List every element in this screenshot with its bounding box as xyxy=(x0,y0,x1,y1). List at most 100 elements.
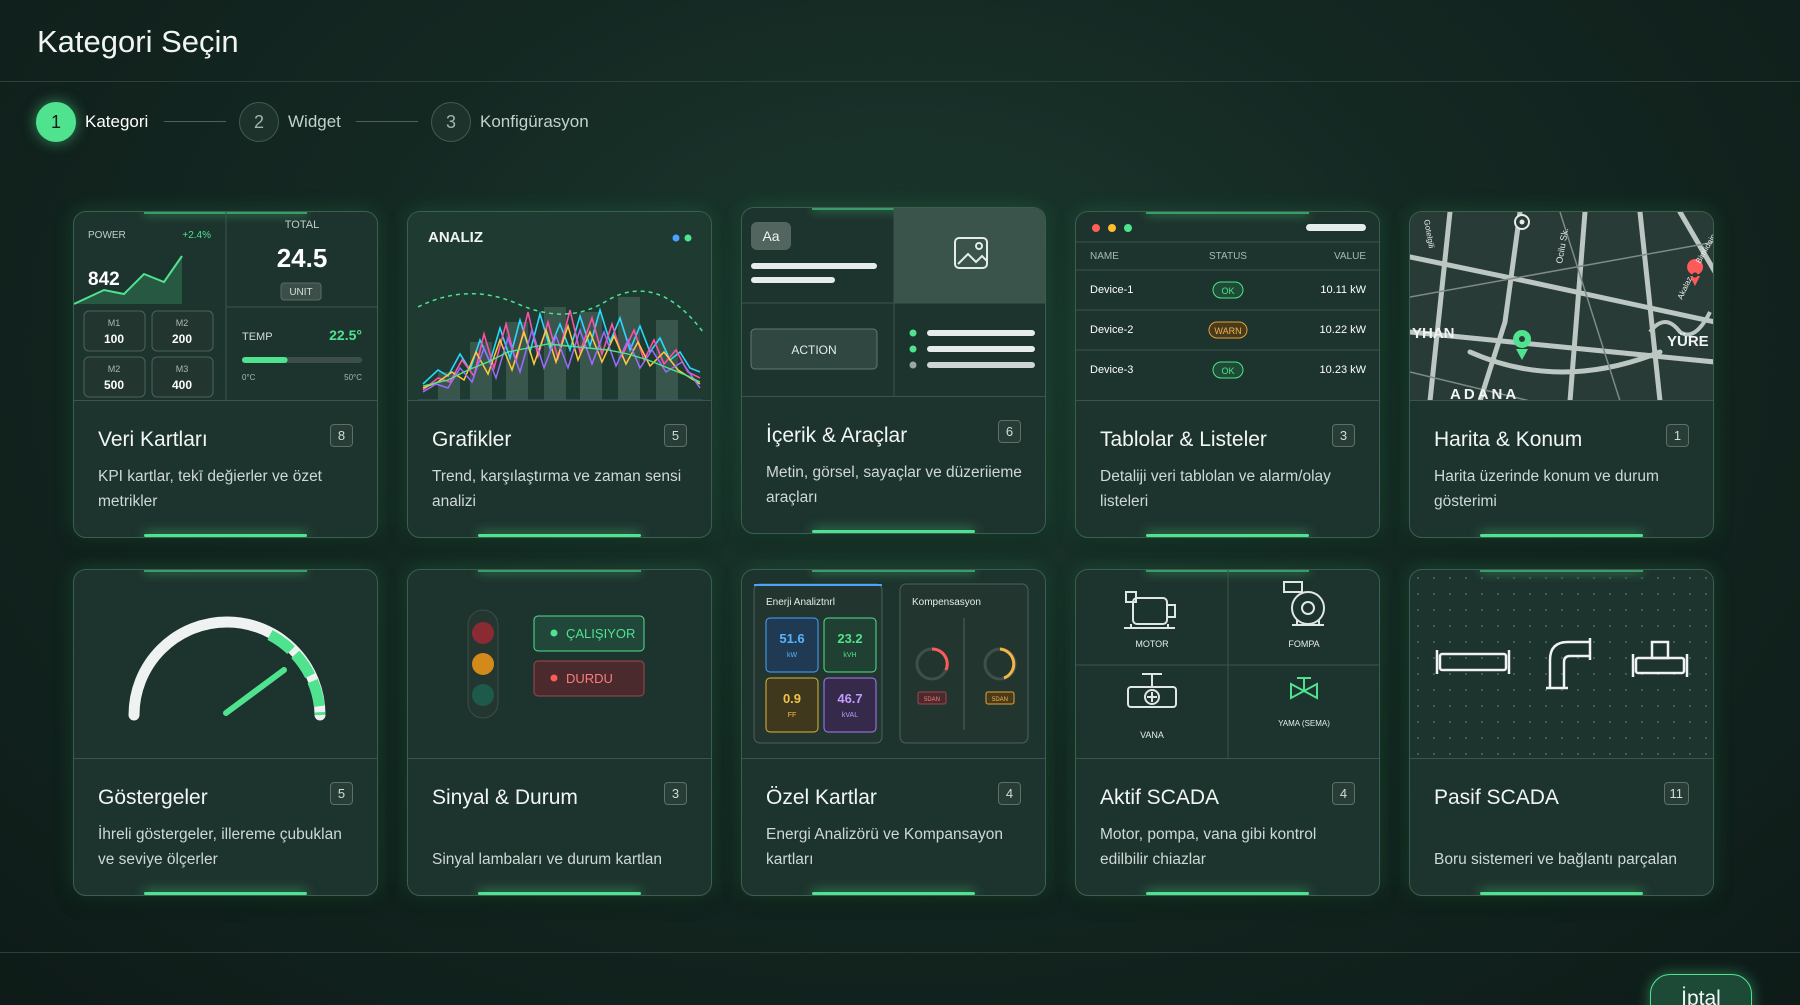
text-badge: Aa xyxy=(762,228,779,244)
gauge-preview xyxy=(128,616,326,721)
pipe-elbow-icon xyxy=(1546,638,1592,690)
energy-card-title: Enerji Analiztnrl xyxy=(766,597,835,608)
card-preview: MOTOR FOMPA VANA YAMA (SEMA) xyxy=(1076,570,1379,759)
row-value: 10.22 kW xyxy=(1320,324,1367,336)
card-description: Sinyal lambaları ve durum kartlan xyxy=(432,851,663,868)
row-name: Device-1 xyxy=(1090,284,1133,296)
card-title: Sinyal & Durum xyxy=(432,786,578,809)
temp-label: TEMP xyxy=(242,331,273,343)
status-badge: OK xyxy=(1221,366,1234,376)
category-card-aktif-scada[interactable]: MOTOR FOMPA VANA YAMA (SEMA) Aktif SCADA… xyxy=(1075,569,1380,896)
widget-count-badge: 4 xyxy=(1332,782,1355,805)
green-lamp xyxy=(472,684,494,706)
category-card-harita-konum[interactable]: YHAN YÜRE ADANA Ocilu Sk. Gotelgili Akal… xyxy=(1409,211,1714,538)
category-card-veri-kartlari[interactable]: POWER +2.4% 842 TOTAL 24.5 UNIT M1 100 M… xyxy=(73,211,378,538)
step-kategori[interactable]: 1 Kategori xyxy=(36,102,148,142)
tile-value: 200 xyxy=(172,332,192,346)
card-description: Trend, karşılaştırma ve zaman sensi anal… xyxy=(432,468,682,510)
step-label: Konfigürasyon xyxy=(480,112,589,131)
metric-tiles: M1 100 M2 200 M2 500 M3 400 xyxy=(83,310,214,398)
power-label: POWER xyxy=(88,230,126,241)
total-value: 24.5 xyxy=(277,243,328,273)
map-label: Gotelgili xyxy=(1422,219,1436,249)
power-delta: +2.4% xyxy=(182,230,211,241)
dialog-footer xyxy=(0,952,1800,1005)
step-number: 1 xyxy=(36,102,76,142)
stopped-status: DURDU xyxy=(566,671,613,686)
valve-icon xyxy=(1127,673,1177,708)
step-number: 2 xyxy=(239,102,279,142)
tile-label: M1 xyxy=(108,318,121,328)
widget-count-badge: 4 xyxy=(998,782,1021,805)
metric-value: 23.2 xyxy=(837,631,862,646)
widget-count-badge: 5 xyxy=(330,782,353,805)
motor-icon xyxy=(1124,591,1176,629)
metric-unit: kVH xyxy=(843,652,856,659)
tile-label: M2 xyxy=(108,364,121,374)
status-badge: OK xyxy=(1221,286,1234,296)
compensation-status: 5DAN xyxy=(992,697,1008,703)
category-card-tablolar-listeler[interactable]: NAME STATUS VALUE Device-1 OK 10.11 kW D… xyxy=(1075,211,1380,538)
tile-label: M2 xyxy=(176,318,189,328)
tile-value: 100 xyxy=(104,332,124,346)
metric-unit: FF xyxy=(788,712,797,719)
col-header: STATUS xyxy=(1209,251,1247,262)
card-description: Detaliji veri tablolan ve alarm/olay lis… xyxy=(1100,468,1331,510)
map-label: YHAN xyxy=(1412,325,1455,342)
card-title: Veri Kartları xyxy=(98,428,208,451)
metric-value: 51.6 xyxy=(779,631,804,646)
category-card-grafikler[interactable]: ANALIZ Grafikler 5 Trend, karşılaştırma … xyxy=(407,211,712,538)
category-card-gostergeler[interactable]: Göstergeler 5 İhreli göstergeler, illere… xyxy=(73,569,378,896)
dialog-header: Kategori Seçin xyxy=(0,0,1800,82)
chart-preview-label: ANALIZ xyxy=(428,229,483,246)
gauge-needle xyxy=(223,667,287,716)
card-title: Tablolar & Listeler xyxy=(1100,428,1267,451)
temp-value: 22.5° xyxy=(329,327,362,343)
widget-count-badge: 3 xyxy=(664,782,687,805)
metric-unit: kW xyxy=(787,652,798,659)
card-title: Özel Kartlar xyxy=(766,786,877,809)
power-value: 842 xyxy=(88,269,120,290)
row-value: 10.23 kW xyxy=(1320,364,1367,376)
step-widget[interactable]: 2 Widget xyxy=(239,102,341,142)
category-card-ozel-kartlar[interactable]: Enerji Analiztnrl 51.6 kW 23.2 kVH 0.9 F… xyxy=(741,569,1046,896)
unit-label: UNIT xyxy=(289,287,312,298)
card-title: İçerik & Araçlar xyxy=(766,424,908,447)
step-konfigurasyon[interactable]: 3 Konfigürasyon xyxy=(431,102,589,142)
scada-item-label: VANA xyxy=(1140,730,1164,740)
pump-icon xyxy=(1283,581,1325,626)
step-connector xyxy=(356,121,418,122)
scada-item-label: YAMA (SEMA) xyxy=(1278,719,1330,728)
card-description: İhreli göstergeler, illereme çubuklan ve… xyxy=(98,826,342,868)
card-preview xyxy=(1410,570,1713,759)
map-label: YÜRE xyxy=(1667,333,1709,350)
step-label: Kategori xyxy=(85,112,149,131)
map-preview: YHAN YÜRE ADANA Ocilu Sk. Gotelgili Akal… xyxy=(1410,212,1713,401)
category-card-sinyal-durum[interactable]: ÇALIŞIYOR DURDU Sinyal & Durum 3 Sinyal … xyxy=(407,569,712,896)
row-value: 10.11 kW xyxy=(1320,284,1366,296)
metric-unit: kVAL xyxy=(842,712,858,719)
card-description: Harita üzerinde konum ve durum gösterimi xyxy=(1434,468,1659,510)
category-card-icerik-araclar[interactable]: Aa ACTION İçerik & Araçlar 6 Metin, görs… xyxy=(741,207,1046,534)
running-status: ÇALIŞIYOR xyxy=(566,626,635,641)
widget-count-badge: 6 xyxy=(998,420,1021,443)
card-description: KPI kartlar, tekī değierler ve özet metr… xyxy=(98,468,322,510)
card-title: Harita & Konum xyxy=(1434,428,1583,451)
map-label: ADANA xyxy=(1450,386,1519,401)
map-label: Akalaz xyxy=(1676,275,1694,301)
total-label: TOTAL xyxy=(285,219,319,231)
tile-label: M3 xyxy=(176,364,189,374)
category-card-pasif-scada[interactable]: Pasif SCADA 11 Boru sistemeri ve bağlant… xyxy=(1409,569,1714,896)
row-name: Device-2 xyxy=(1090,324,1133,336)
temp-min: 0°C xyxy=(242,373,256,382)
pipe-tee-icon xyxy=(1631,640,1689,677)
card-preview: POWER +2.4% 842 TOTAL 24.5 UNIT M1 100 M… xyxy=(74,212,377,401)
map-label: Ocilu Sk. xyxy=(1554,227,1570,264)
status-badge: WARN xyxy=(1214,326,1241,336)
temp-max: 50°C xyxy=(344,373,362,382)
action-button-preview: ACTION xyxy=(791,343,836,357)
col-header: NAME xyxy=(1090,251,1119,262)
location-pin-icon xyxy=(1513,330,1532,360)
tile-value: 500 xyxy=(104,378,124,392)
cancel-button[interactable]: İptal xyxy=(1650,974,1752,1005)
